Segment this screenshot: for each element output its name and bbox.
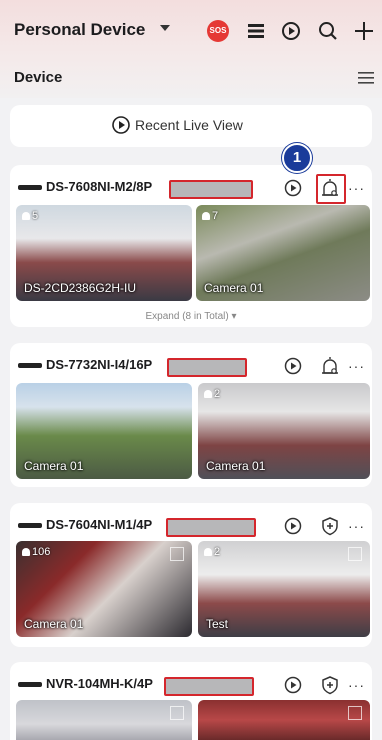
search-icon[interactable] <box>316 19 340 43</box>
snapshot-icon <box>348 706 362 720</box>
redacted-serial <box>166 518 256 537</box>
redacted-serial <box>164 677 254 696</box>
expand-toggle[interactable]: Expand (8 in Total) ▾ <box>10 311 372 322</box>
shield-icon[interactable] <box>319 515 341 537</box>
chevron-down-icon[interactable] <box>160 25 170 31</box>
list-view-icon[interactable] <box>244 19 268 43</box>
camera-label: Camera 01 <box>204 281 264 295</box>
camera-tile[interactable]: 7 Camera 01 <box>196 205 370 301</box>
camera-tile[interactable]: 2 Camera 01 <box>198 383 370 479</box>
recent-live-view-label: Recent Live View <box>135 117 243 133</box>
more-options-icon[interactable]: ··· <box>348 180 365 196</box>
nvr-icon <box>18 185 42 191</box>
camera-label: Camera 01 <box>24 459 84 473</box>
play-circle-icon <box>112 116 130 134</box>
live-view-icon[interactable] <box>282 355 304 377</box>
live-view-icon[interactable] <box>282 674 304 696</box>
live-view-icon[interactable] <box>282 515 304 537</box>
redacted-serial <box>169 180 253 199</box>
camera-label: Camera 01 <box>206 459 266 473</box>
camera-tile[interactable]: 2 Test <box>198 541 370 637</box>
sos-button[interactable]: SOS <box>207 20 229 42</box>
camera-label: DS-2CD2386G2H-IU <box>24 281 137 295</box>
camera-label: Camera 01 <box>24 617 84 631</box>
device-name[interactable]: DS-7732NI-I4/16P <box>18 357 152 372</box>
camera-tile[interactable] <box>198 700 370 740</box>
camera-label: Test <box>206 617 229 631</box>
shield-icon[interactable] <box>319 674 341 696</box>
nvr-icon <box>18 363 42 369</box>
alarm-settings-icon[interactable] <box>319 355 341 377</box>
menu-icon[interactable] <box>358 71 374 85</box>
device-card-2: DS-7732NI-I4/16P ··· Camera 01 2 Camera … <box>10 343 372 487</box>
alarm-count: 5 <box>22 210 38 222</box>
more-options-icon[interactable]: ··· <box>348 518 365 534</box>
recent-live-view-button[interactable]: Recent Live View <box>10 105 372 147</box>
alarm-highlight <box>316 174 346 204</box>
device-card-3: DS-7604NI-M1/4P ··· 106 Camera 01 2 Test <box>10 503 372 647</box>
alarm-count: 2 <box>204 546 220 558</box>
more-options-icon[interactable]: ··· <box>348 677 365 693</box>
alarm-count: 2 <box>204 388 220 400</box>
nvr-icon <box>18 523 42 529</box>
snapshot-icon <box>348 547 362 561</box>
nvr-icon <box>18 682 42 688</box>
page-title[interactable]: Personal Device <box>14 20 145 40</box>
camera-tile[interactable] <box>16 700 192 740</box>
snapshot-icon <box>170 547 184 561</box>
camera-tile[interactable]: 106 Camera 01 <box>16 541 192 637</box>
more-options-icon[interactable]: ··· <box>348 358 365 374</box>
snapshot-icon <box>170 706 184 720</box>
alarm-count: 106 <box>22 546 50 558</box>
device-name[interactable]: DS-7608NI-M2/8P <box>18 179 152 194</box>
step-marker: 1 <box>282 143 312 173</box>
device-card-4: NVR-104MH-K/4P ··· <box>10 662 372 740</box>
camera-tile[interactable]: Camera 01 <box>16 383 192 479</box>
alarm-count: 7 <box>202 210 218 222</box>
device-card-1: DS-7608NI-M2/8P ··· 5 DS-2CD2386G2H-IU 7… <box>10 165 372 327</box>
device-name[interactable]: NVR-104MH-K/4P <box>18 676 153 691</box>
playback-icon[interactable] <box>279 19 303 43</box>
add-icon[interactable] <box>352 19 376 43</box>
redacted-serial <box>167 358 247 377</box>
live-view-icon[interactable] <box>282 177 304 199</box>
camera-tile[interactable]: 5 DS-2CD2386G2H-IU <box>16 205 192 301</box>
device-name[interactable]: DS-7604NI-M1/4P <box>18 517 152 532</box>
section-title: Device <box>14 69 63 86</box>
